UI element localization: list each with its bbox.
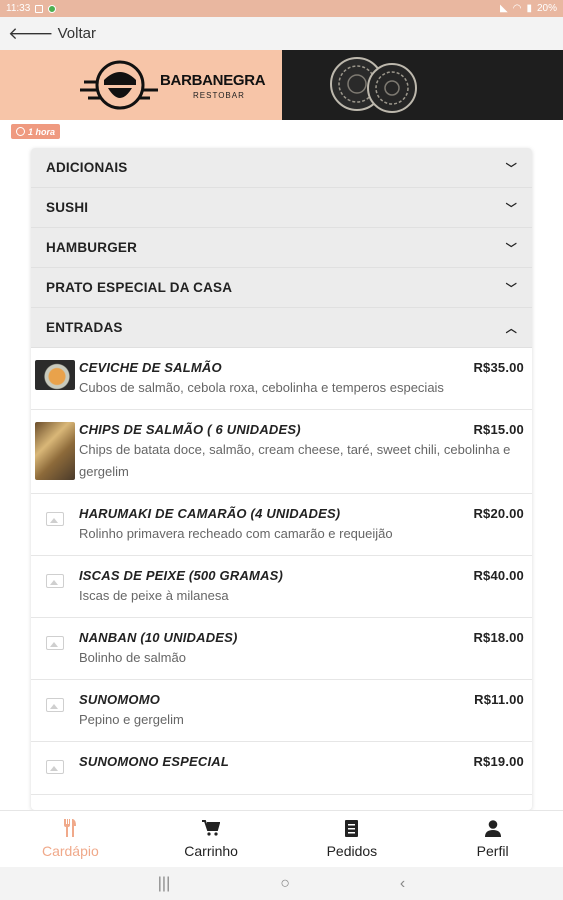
notification-icon <box>35 4 44 13</box>
item-name: NANBAN (10 UNIDADES) <box>79 630 238 645</box>
item-name: SUNOMOMO <box>79 692 161 707</box>
utensils-icon <box>63 819 77 837</box>
nav-cardapio[interactable]: Cardápio <box>0 811 141 867</box>
receipt-icon <box>345 819 359 837</box>
category-label: HAMBURGER <box>46 240 138 255</box>
menu-item[interactable]: SUNOMONO ESPECIAL R$19.00 <box>31 742 532 795</box>
recents-button[interactable]: ||| <box>158 875 170 893</box>
image-placeholder-icon <box>46 636 64 650</box>
item-price: R$20.00 <box>473 506 524 521</box>
category-label: ADICIONAIS <box>46 160 128 175</box>
menu-item[interactable]: ISCAS DE PEIXE (500 GRAMAS) R$40.00 Isca… <box>31 556 532 618</box>
brand-name: BARBANEGRA <box>160 72 266 89</box>
image-placeholder-icon <box>46 760 64 774</box>
nav-pedidos[interactable]: Pedidos <box>282 811 423 867</box>
item-price: R$35.00 <box>473 360 524 375</box>
arrow-left-icon: 🡐 <box>8 23 54 43</box>
category-hamburger[interactable]: HAMBURGER ﹀ <box>31 228 532 268</box>
brand-tagline: RESTOBAR <box>193 91 245 100</box>
category-sushi[interactable]: SUSHI ﹀ <box>31 188 532 228</box>
image-placeholder-icon <box>46 512 64 526</box>
bottom-navigation: Cardápio Carrinho Pedidos Perfil <box>0 810 563 867</box>
nav-label: Carrinho <box>184 843 238 859</box>
ceviche-photo <box>35 360 75 390</box>
item-description: Iscas de peixe à milanesa <box>79 588 229 603</box>
nav-label: Perfil <box>476 843 509 859</box>
item-name: HARUMAKI DE CAMARÃO (4 UNIDADES) <box>79 506 341 521</box>
menu-accordion: ADICIONAIS ﹀ SUSHI ﹀ HAMBURGER ﹀ PRATO E… <box>31 148 532 810</box>
battery-level: 20% <box>536 3 557 14</box>
signal-icon: ◣ <box>500 3 508 14</box>
back-button[interactable]: 🡐 Voltar <box>0 17 563 50</box>
chevron-up-icon: ︿ <box>505 322 517 335</box>
nav-carrinho[interactable]: Carrinho <box>141 811 282 867</box>
clock-icon <box>16 127 25 136</box>
item-price: R$11.00 <box>474 692 524 707</box>
status-time: 11:33 <box>6 3 31 14</box>
item-price: R$40.00 <box>473 568 524 583</box>
item-description: Chips de batata doce, salmão, cream chee… <box>79 442 511 479</box>
item-name: CHIPS DE SALMÃO ( 6 UNIDADES) <box>79 422 301 437</box>
item-name: ISCAS DE PEIXE (500 GRAMAS) <box>79 568 284 583</box>
category-label: SUSHI <box>46 200 89 215</box>
menu-item[interactable]: CEVICHE DE SALMÃO R$35.00 Cubos de salmã… <box>31 348 532 410</box>
system-navigation-bar: ||| ○ ‹ <box>0 867 563 900</box>
chevron-down-icon: ﹀ <box>505 242 517 255</box>
category-adicionais[interactable]: ADICIONAIS ﹀ <box>31 148 532 188</box>
category-label: ENTRADAS <box>46 320 123 335</box>
delivery-time-badge: 1 hora <box>11 124 61 139</box>
restaurant-logo: BARBANEGRA RESTOBAR <box>0 50 282 120</box>
item-price: R$15.00 <box>473 422 524 437</box>
restaurant-banner: BARBANEGRA RESTOBAR <box>0 50 563 120</box>
nav-perfil[interactable]: Perfil <box>422 811 563 867</box>
image-placeholder-icon <box>46 698 64 712</box>
menu-item[interactable]: SUNOMOMO R$11.00 Pepino e gergelim <box>31 680 532 742</box>
category-prato-especial[interactable]: PRATO ESPECIAL DA CASA ﹀ <box>31 268 532 308</box>
cart-icon <box>202 819 221 837</box>
category-label: PRATO ESPECIAL DA CASA <box>46 280 233 295</box>
item-description: Rolinho primavera recheado com camarão e… <box>79 526 393 541</box>
item-name: SUNOMONO ESPECIAL <box>79 754 230 769</box>
menu-item[interactable]: HARUMAKI DE CAMARÃO (4 UNIDADES) R$20.00… <box>31 494 532 556</box>
battery-icon: ▮ <box>526 3 532 14</box>
system-back-button[interactable]: ‹ <box>400 875 405 893</box>
chevron-down-icon: ﹀ <box>505 162 517 175</box>
image-placeholder-icon <box>46 574 64 588</box>
nav-label: Cardápio <box>41 843 99 859</box>
back-label: Voltar <box>57 25 96 42</box>
category-entradas[interactable]: ENTRADAS ︿ <box>31 308 532 348</box>
chevron-down-icon: ﹀ <box>505 202 517 215</box>
banner-photo <box>282 50 563 120</box>
delivery-time-text: 1 hora <box>28 126 56 137</box>
chevron-down-icon: ﹀ <box>505 282 517 295</box>
item-description: Bolinho de salmão <box>79 650 186 665</box>
home-button[interactable]: ○ <box>280 875 290 893</box>
menu-item[interactable]: NANBAN (10 UNIDADES) R$18.00 Bolinho de … <box>31 618 532 680</box>
user-icon <box>484 819 501 837</box>
item-price: R$19.00 <box>473 754 524 769</box>
app-status-icon <box>48 4 57 13</box>
item-name: CEVICHE DE SALMÃO <box>79 360 222 375</box>
item-description: Cubos de salmão, cebola roxa, cebolinha … <box>79 380 444 395</box>
menu-item[interactable]: CHIPS DE SALMÃO ( 6 UNIDADES) R$15.00 Ch… <box>31 410 532 494</box>
status-bar: 11:33 ◣ ◠ ▮ 20% <box>0 0 563 17</box>
chips-photo <box>35 422 75 480</box>
item-description: Pepino e gergelim <box>79 712 184 727</box>
wifi-icon: ◠ <box>512 3 522 14</box>
item-price: R$18.00 <box>473 630 524 645</box>
nav-label: Pedidos <box>326 843 378 859</box>
